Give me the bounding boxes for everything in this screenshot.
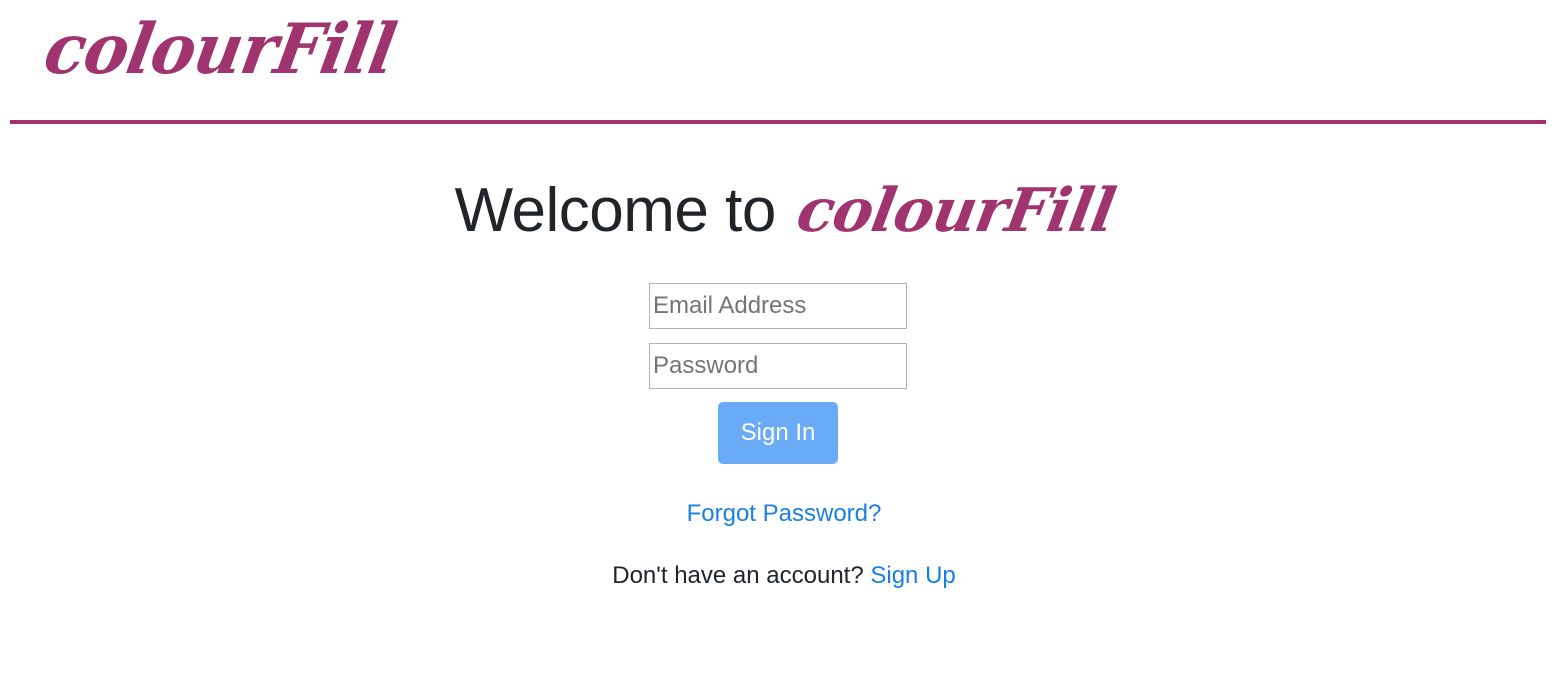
signup-link[interactable]: Sign Up: [870, 562, 955, 589]
email-field[interactable]: [649, 283, 907, 329]
no-account-text: Don't have an account?: [612, 562, 864, 589]
password-field[interactable]: [649, 343, 907, 389]
welcome-brand-logo: colourFill: [791, 175, 1120, 246]
welcome-text: Welcome to: [454, 176, 777, 245]
signin-button[interactable]: Sign In: [718, 402, 838, 464]
site-header: colourFill: [10, 0, 1546, 124]
forgot-password-row: Forgot Password?: [0, 500, 1568, 528]
forgot-password-link[interactable]: Forgot Password?: [687, 500, 882, 527]
signup-prompt: Don't have an account? Sign Up: [0, 562, 1568, 590]
welcome-heading: Welcome to colourFill: [0, 175, 1568, 246]
brand-logo[interactable]: colourFill: [39, 8, 402, 90]
